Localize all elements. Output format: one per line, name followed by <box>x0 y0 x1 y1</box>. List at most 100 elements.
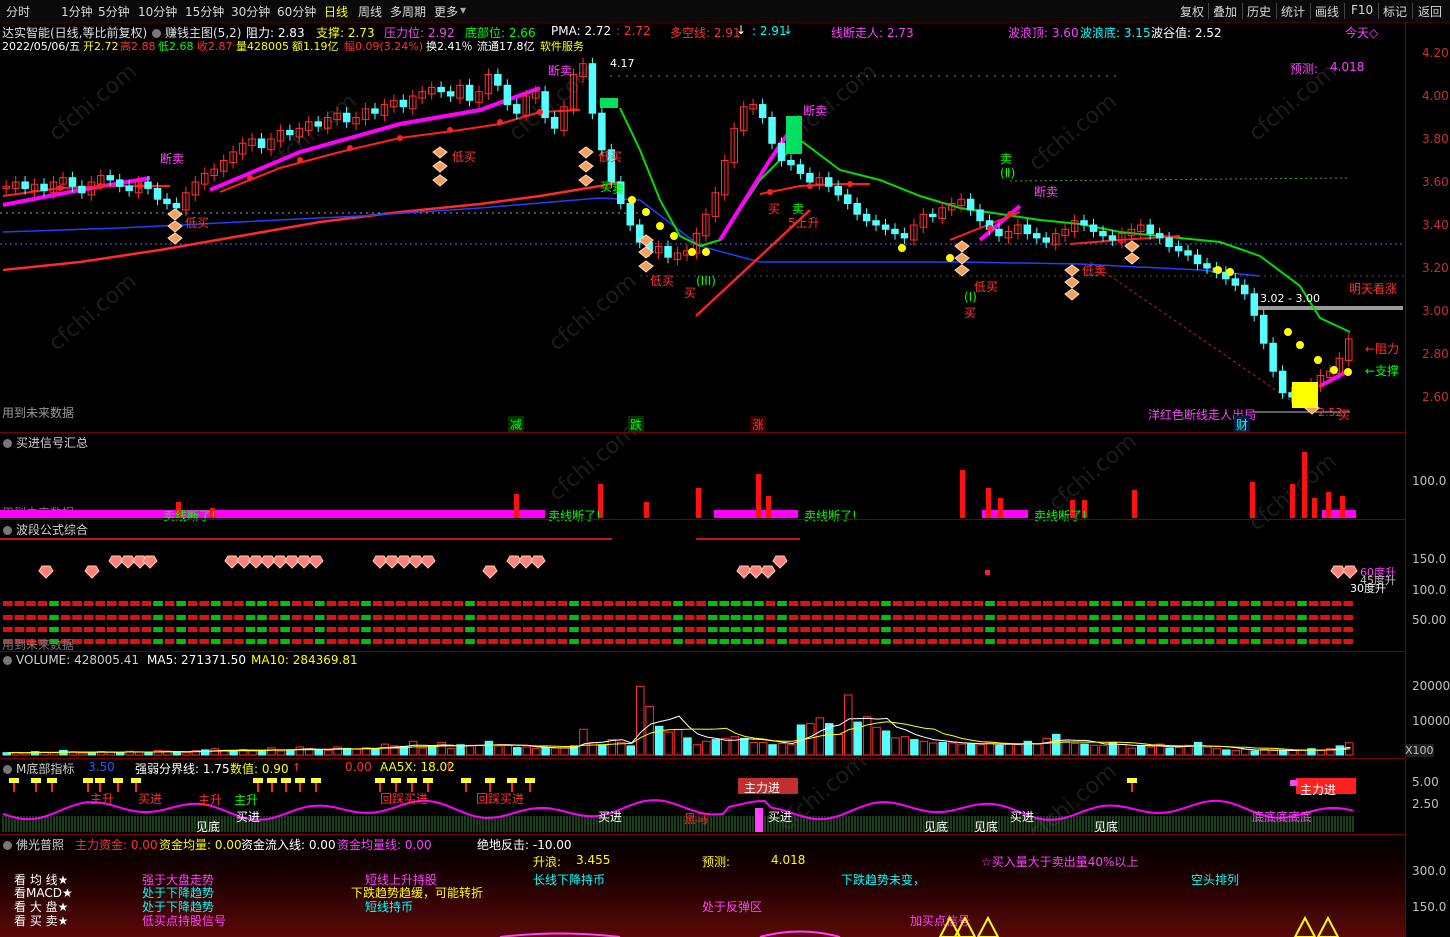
candle-body <box>153 188 162 200</box>
wave-block <box>1262 627 1273 632</box>
wave-block <box>985 615 995 620</box>
m-bottom-signal-label: 买进 <box>768 810 793 824</box>
signal-bar <box>1326 492 1331 518</box>
volume-bar <box>172 751 182 756</box>
wave-block <box>280 601 290 606</box>
wave-block <box>407 627 417 632</box>
sell-marker: 卖 <box>612 182 625 196</box>
wave-block <box>37 601 48 606</box>
wave-block <box>476 601 487 606</box>
diamond-icon <box>638 260 654 273</box>
sell-break-marker: 断卖 <box>1034 185 1059 199</box>
wave-block <box>615 627 625 632</box>
wave-block <box>1100 615 1111 620</box>
wave-block <box>1158 639 1169 644</box>
candle-body <box>125 185 133 192</box>
candlestick-chart[interactable] <box>0 0 1405 432</box>
wave-block <box>453 627 464 632</box>
panel-settings-icon[interactable] <box>3 841 12 850</box>
wave-block <box>268 627 279 632</box>
wave-block <box>557 627 568 632</box>
wave-block <box>187 615 198 620</box>
wave-block <box>372 627 383 632</box>
gem-icon <box>396 555 412 569</box>
volume-tick: 10000 <box>1412 714 1450 728</box>
wave-block <box>996 627 1007 632</box>
gem-icon <box>518 555 534 569</box>
signal-dot <box>1214 266 1222 274</box>
volume-unit: X100 <box>1405 744 1434 757</box>
gem-icon <box>108 555 124 569</box>
volume-bar <box>664 731 673 756</box>
candle-body <box>399 99 408 108</box>
wave-block <box>338 615 348 620</box>
wave-block <box>257 601 267 606</box>
m-bottom-signal-label: 买进 <box>236 810 261 824</box>
signal-bar <box>1302 452 1307 518</box>
forecast-label: 预测: <box>702 855 731 869</box>
wave-block <box>1170 639 1180 644</box>
candle-body <box>891 228 899 235</box>
gem-icon <box>372 555 388 569</box>
wave-block <box>1285 627 1296 632</box>
diamond-icon <box>1124 252 1140 265</box>
trend-dot <box>57 185 63 191</box>
signal-bar <box>644 502 649 518</box>
volume-bar <box>1137 745 1146 756</box>
wave-block <box>661 615 672 620</box>
wave-block <box>1135 627 1145 632</box>
m-flag <box>311 778 321 783</box>
candle-body <box>1203 263 1211 269</box>
wave-block <box>1158 615 1169 620</box>
wave-block <box>395 639 406 644</box>
volume-bar <box>286 749 295 756</box>
wave-block <box>118 601 129 606</box>
wave-block <box>754 601 764 606</box>
wave-block <box>199 615 209 620</box>
trend-dot <box>807 183 813 189</box>
wave-block <box>499 615 510 620</box>
wave-block <box>881 639 891 644</box>
volume-bar <box>777 743 787 756</box>
wave-block <box>650 615 660 620</box>
wave-block <box>442 615 452 620</box>
wave-block <box>1285 615 1296 620</box>
m-flag <box>295 778 305 783</box>
wave-block <box>1343 639 1353 644</box>
wave-block <box>1008 627 1018 632</box>
m-flag <box>1127 778 1137 783</box>
wave-block <box>684 601 695 606</box>
wave-block <box>95 601 105 606</box>
volume-bar <box>844 694 853 756</box>
wave-block <box>153 627 163 632</box>
m-bottom-tick: 5.00 <box>1412 775 1439 789</box>
wave-block <box>858 615 868 620</box>
wave-block <box>707 627 718 632</box>
volume-bar <box>475 744 484 756</box>
wave-block <box>950 615 961 620</box>
wave-block <box>580 639 591 644</box>
wave-block <box>499 627 510 632</box>
wave-block <box>1343 627 1353 632</box>
wave-block <box>742 627 753 632</box>
wave-block <box>638 615 649 620</box>
candle-body <box>1099 231 1107 237</box>
volume-bar <box>153 749 163 756</box>
back-button[interactable]: 返回 <box>1418 3 1442 20</box>
candle-body <box>787 160 795 166</box>
wave-block <box>1331 639 1342 644</box>
wave-block <box>49 601 59 606</box>
wave-block <box>892 601 903 606</box>
wave-block <box>234 615 244 620</box>
wave-block <box>442 639 452 644</box>
wave-block <box>511 601 521 606</box>
volume-bar <box>957 743 966 756</box>
diamond-icon <box>1124 240 1140 253</box>
candle-body <box>1174 246 1183 252</box>
wave-block <box>164 639 175 644</box>
peak-price-label: 4.17 <box>610 57 635 70</box>
wave-block <box>811 615 822 620</box>
candle-body <box>68 177 77 187</box>
wave-block <box>754 627 764 632</box>
candle-body <box>106 175 114 181</box>
